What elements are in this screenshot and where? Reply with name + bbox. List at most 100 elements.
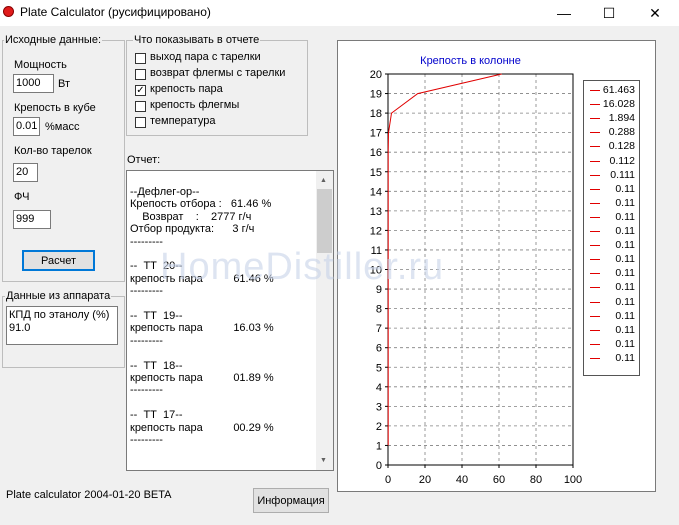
legend-swatch [590,104,600,106]
legend-entry: 0.111 [588,169,637,182]
y-tick-label: 20 [370,69,382,81]
report-scrollbar[interactable]: ▲ ▼ [316,171,333,470]
version-label: Plate calculator 2004-01-20 BETA [6,489,172,501]
legend-entry: 0.288 [588,126,637,139]
chart-legend: 61.463 16.028 1.894 0.288 0.128 0.112 0.111 0.1… [583,80,640,376]
legend-value: 0.11 [615,323,635,336]
power-input[interactable]: 1000 [13,74,54,93]
legend-entry: 0.11 [588,211,637,224]
y-tick-label: 8 [376,304,382,316]
report-textarea[interactable]: --Дефлег-ор-- Крепость отбора : 61.46 % В… [126,170,334,471]
report-line: крепость пара 00.29 % [130,421,274,434]
x-tick-label: 40 [456,474,468,486]
legend-value: 0.11 [615,267,635,280]
report-line: --------- [130,434,163,446]
legend-entry: 16.028 [588,98,637,111]
fch-input[interactable]: 999 [13,210,51,229]
report-line: --------- [130,285,163,298]
legend-swatch [590,118,600,120]
y-tick-label: 5 [376,362,382,374]
legend-entry: 0.11 [588,197,637,210]
y-tick-label: 12 [370,225,382,237]
y-tick-label: 16 [370,147,382,159]
x-tick-label: 80 [530,474,542,486]
y-tick-label: 0 [376,460,382,472]
label-reflux-return: возврат флегмы с тарелки [150,67,286,79]
report-line: --------- [130,334,163,347]
plates-label: Кол-во тарелок [14,145,92,157]
legend-entry: 0.11 [588,183,637,196]
y-tick-label: 17 [370,128,382,140]
checkbox-vapor-output[interactable] [135,53,146,64]
y-tick-label: 18 [370,108,382,120]
legend-value: 0.128 [608,140,635,153]
report-line: Крепость отбора : 61.46 % [130,198,272,211]
kpd-display: КПД по этанолу (%) 91.0 [6,306,118,345]
legend-entry: 0.128 [588,140,637,153]
legend-entry: 0.11 [588,253,637,266]
legend-swatch [590,160,600,162]
legend-entry: 0.11 [588,310,637,323]
label-vapor-strength: крепость пара [150,83,223,95]
checkbox-reflux-return[interactable] [135,69,146,80]
legend-value: 0.11 [615,196,635,209]
legend-value: 0.11 [615,309,635,322]
label-temperature: температура [150,115,216,127]
legend-entry: 0.11 [588,352,637,365]
legend-swatch [590,132,600,134]
fch-label: ФЧ [14,191,30,203]
cube-strength-label: Крепость в кубе [14,102,96,114]
legend-value: 0.11 [615,351,635,364]
checkbox-vapor-strength[interactable]: ✓ [135,85,146,96]
cube-strength-input[interactable]: 0.01 [13,117,40,136]
legend-value: 61.463 [602,84,635,96]
legend-value: 0.11 [615,182,635,195]
report-line: крепость пара 16.03 % [130,322,274,335]
label-reflux-strength: крепость флегмы [150,99,240,111]
legend-value: 0.11 [615,337,635,350]
legend-value: 0.111 [610,168,635,181]
cube-strength-unit: %масс [45,121,80,133]
y-tick-label: 14 [370,186,382,198]
legend-swatch [590,90,600,91]
minimize-button[interactable]: — [541,0,587,26]
y-tick-label: 6 [376,343,382,355]
window-title: Plate Calculator (русифицировано) [20,5,211,19]
checkbox-reflux-strength[interactable] [135,101,146,112]
maximize-button[interactable]: ☐ [586,0,632,26]
checkmark-icon: ✓ [136,85,145,96]
scroll-down-icon[interactable]: ▼ [320,457,327,464]
legend-swatch [590,216,600,218]
legend-swatch [590,146,600,148]
legend-swatch [590,202,600,204]
report-line: --Дефлег-ор-- [130,186,200,198]
apparatus-group-title: Данные из аппарата [5,290,112,302]
checkbox-temperature[interactable] [135,117,146,128]
power-label: Мощность [14,59,67,71]
watermark-text: HomeDistiller.ru [160,246,445,288]
scroll-up-icon[interactable]: ▲ [320,177,327,184]
legend-swatch [590,343,600,345]
plates-input[interactable]: 20 [13,163,38,182]
legend-value: 0.11 [615,210,635,223]
legend-swatch [590,259,600,261]
legend-value: 0.112 [609,154,636,167]
legend-entry: 61.463 [588,84,637,97]
legend-entry: 0.112 [588,155,637,168]
report-line: крепость пара 01.89 % [130,372,274,384]
report-line: --------- [130,235,163,248]
y-tick-label: 7 [376,323,382,335]
legend-value: 16.028 [602,98,635,111]
legend-swatch [590,329,600,331]
close-button[interactable]: ✕ [632,0,678,26]
info-button[interactable]: Информация [253,488,329,513]
calculate-button[interactable]: Расчет [22,250,95,271]
report-line: Отбор продукта: 3 г/ч [130,223,255,236]
input-group-title: Исходные данные: [4,34,102,46]
y-tick-label: 3 [376,401,382,413]
report-line: -- ТТ 17-- [130,409,183,422]
legend-swatch [590,174,600,176]
report-line: --------- [130,384,163,397]
scroll-thumb[interactable] [317,189,332,253]
y-tick-label: 19 [370,89,382,101]
